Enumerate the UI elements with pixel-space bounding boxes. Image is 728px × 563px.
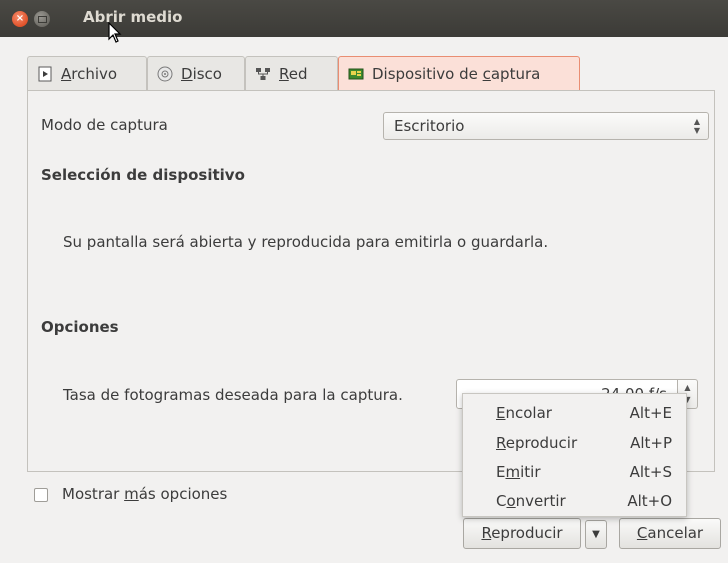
select-arrows-icon: ▲ ▼ [693, 117, 701, 135]
menu-item-enqueue[interactable]: Encolar Alt+E [463, 399, 686, 427]
capture-card-icon [348, 68, 364, 79]
cancel-button[interactable]: Cancelar [619, 518, 721, 549]
tab-capture-device[interactable]: Dispositivo de captura [338, 56, 580, 90]
minimize-window-button[interactable] [34, 11, 50, 27]
disc-icon [157, 66, 173, 81]
menu-item-label: Emitir [496, 463, 541, 481]
capture-mode-label: Modo de captura [41, 116, 168, 134]
tab-label: Archivo [61, 64, 118, 83]
chevron-down-icon: ▼ [592, 529, 600, 540]
mouse-pointer-icon [108, 22, 122, 43]
capture-mode-select[interactable]: Escritorio ▲ ▼ [383, 112, 709, 140]
tab-label: Red [279, 64, 308, 83]
menu-item-label: Encolar [496, 404, 552, 422]
capture-mode-value: Escritorio [394, 117, 465, 135]
play-options-menu: Encolar Alt+E Reproducir Alt+P Emitir Al… [462, 393, 687, 517]
play-button[interactable]: Reproducir [463, 518, 581, 549]
capture-description: Su pantalla será abierta y reproducida p… [63, 233, 549, 251]
menu-item-label: Reproducir [496, 434, 578, 452]
menu-item-shortcut: Alt+P [630, 434, 672, 452]
window-title: Abrir medio [83, 8, 183, 26]
open-media-dialog: × Abrir medio Archivo Disco Red Disposit… [0, 0, 728, 563]
menu-item-stream[interactable]: Emitir Alt+S [463, 458, 686, 486]
menu-item-convert[interactable]: Convertir Alt+O [463, 487, 686, 515]
tab-archivo[interactable]: Archivo [27, 56, 147, 90]
menu-item-play[interactable]: Reproducir Alt+P [463, 429, 686, 457]
more-options-checkbox[interactable] [34, 488, 48, 502]
device-selection-header: Selección de dispositivo [41, 166, 245, 184]
close-window-button[interactable]: × [12, 11, 28, 27]
network-icon [256, 67, 270, 80]
menu-item-shortcut: Alt+O [627, 492, 672, 510]
file-play-icon [38, 66, 52, 81]
more-options-label[interactable]: Mostrar más opciones [62, 485, 227, 503]
fps-label: Tasa de fotogramas deseada para la captu… [63, 386, 403, 404]
tab-red[interactable]: Red [245, 56, 338, 90]
tab-label: Dispositivo de captura [372, 64, 541, 83]
menu-item-shortcut: Alt+E [629, 404, 672, 422]
play-dropdown-button[interactable]: ▼ [585, 520, 607, 549]
tab-label: Disco [181, 64, 222, 83]
menu-item-label: Convertir [496, 492, 566, 510]
tab-disco[interactable]: Disco [147, 56, 245, 90]
menu-item-shortcut: Alt+S [629, 463, 672, 481]
title-bar[interactable]: × Abrir medio [0, 0, 728, 43]
options-header: Opciones [41, 318, 119, 336]
